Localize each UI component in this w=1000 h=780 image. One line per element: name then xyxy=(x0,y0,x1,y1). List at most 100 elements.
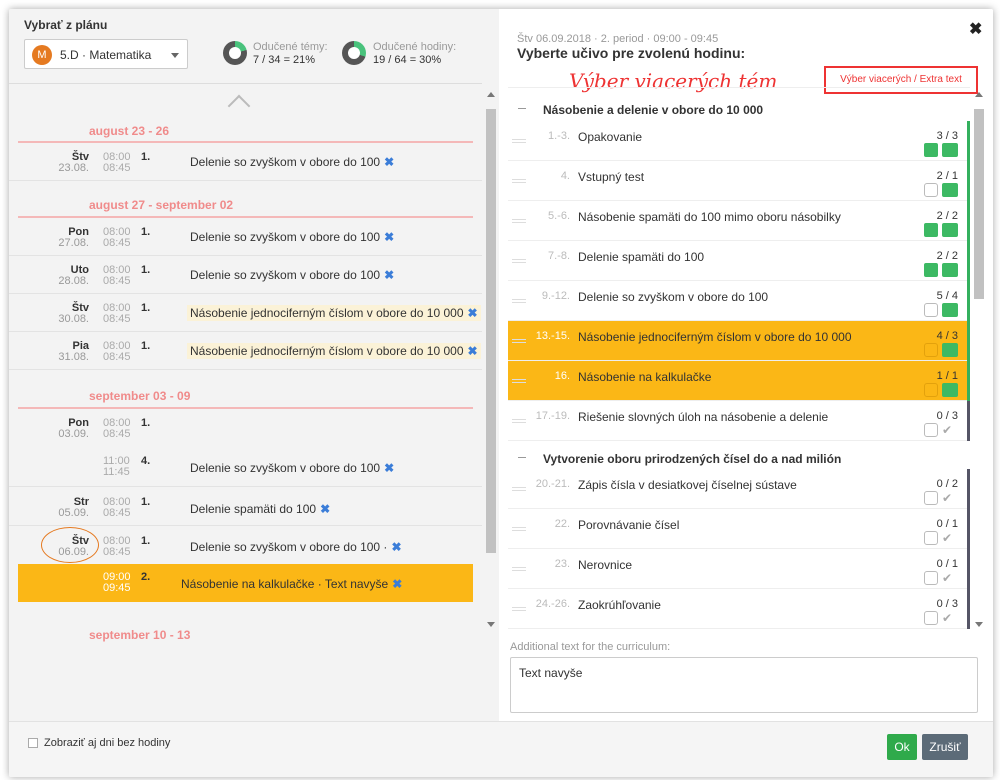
section-title: Násobenie a delenie v obore do 10 000 xyxy=(543,103,764,117)
drag-handle-icon[interactable] xyxy=(512,299,526,300)
lesson-topic-text: Delenie so zvyškom v obore do 100 · xyxy=(190,540,388,554)
status-bar xyxy=(967,469,970,509)
remove-icon[interactable]: ✖ xyxy=(468,306,478,320)
additional-text-field[interactable]: Text navyše xyxy=(510,657,978,713)
lesson-row[interactable]: Pon 03.09. 08:00 08:45 1. xyxy=(9,409,482,447)
topic-count: 5 / 4 xyxy=(936,290,958,302)
drag-handle-icon[interactable] xyxy=(512,487,526,488)
check-icon[interactable] xyxy=(942,263,958,277)
lesson-list: august 23 - 26 Štv 23.08. 08:00 08:45 1.… xyxy=(9,83,482,721)
drag-handle-icon[interactable] xyxy=(512,139,526,140)
remove-icon[interactable]: ✖ xyxy=(320,502,330,516)
topic-row[interactable]: 17.-19. Riešenie slovných úloh na násoben… xyxy=(508,401,970,441)
chevron-up-icon[interactable] xyxy=(227,94,251,118)
right-scrollbar-thumb[interactable] xyxy=(974,109,984,299)
topic-row[interactable]: 20.-21. Zápis čísla v desiatkovej číselne… xyxy=(508,469,970,509)
remove-icon[interactable]: ✖ xyxy=(384,268,394,282)
check-icon[interactable] xyxy=(942,383,958,397)
topic-row[interactable]: 5.-6. Násobenie spamäti do 100 mimo oboru… xyxy=(508,201,970,241)
remove-icon[interactable]: ✖ xyxy=(384,230,394,244)
class-select[interactable]: M 5.D · Matematika xyxy=(24,39,188,69)
lesson-number: 1. xyxy=(141,417,151,429)
check-icon[interactable] xyxy=(942,223,958,237)
lock-icon[interactable] xyxy=(924,611,938,625)
check-icon[interactable]: ✔ xyxy=(942,571,958,585)
drag-handle-icon[interactable] xyxy=(512,379,526,380)
scroll-down-icon[interactable] xyxy=(975,622,983,627)
drag-handle-icon[interactable] xyxy=(512,527,526,528)
lesson-meta: Štv 06.09.2018 · 2. period · 09:00 - 09:… xyxy=(517,33,719,45)
status-bar xyxy=(967,281,970,321)
drag-handle-icon[interactable] xyxy=(512,419,526,420)
scroll-up-icon[interactable] xyxy=(487,92,495,97)
lock-icon[interactable] xyxy=(924,491,938,505)
lock-icon[interactable] xyxy=(924,183,938,197)
remove-icon[interactable]: ✖ xyxy=(391,540,401,554)
lock-icon[interactable] xyxy=(924,571,938,585)
topic-count: 0 / 3 xyxy=(936,598,958,610)
topic-row[interactable]: 7.-8. Delenie spamäti do 100 2 / 2 xyxy=(508,241,970,281)
topic-row[interactable]: 22. Porovnávanie čísel 0 / 1 ✔ xyxy=(508,509,970,549)
lesson-row[interactable]: Uto 28.08. 08:00 08:45 1. Delenie so zvy… xyxy=(9,256,482,294)
topic-row[interactable]: 24.-26. Zaokrúhľovanie 0 / 3 ✔ xyxy=(508,589,970,629)
left-scrollbar-thumb[interactable] xyxy=(486,109,496,553)
topic-row[interactable]: 23. Nerovnice 0 / 1 ✔ xyxy=(508,549,970,589)
lesson-row[interactable]: Pia 31.08. 08:00 08:45 1. Násobenie jedn… xyxy=(9,332,482,370)
lesson-row[interactable]: Štv 23.08. 08:00 08:45 1. Delenie so zvy… xyxy=(9,143,482,181)
lesson-row-selected[interactable]: 09:00 09:45 2. Násobenie na kalkulačke ·… xyxy=(18,564,473,602)
lock-icon[interactable] xyxy=(924,143,938,157)
topic-title: Delenie so zvyškom v obore do 100 xyxy=(578,290,769,304)
topic-row[interactable]: 9.-12. Delenie so zvyškom v obore do 100 5… xyxy=(508,281,970,321)
lesson-row[interactable]: Štv 30.08. 08:00 08:45 1. Násobenie jedn… xyxy=(9,294,482,332)
lock-icon[interactable] xyxy=(924,343,938,357)
drag-handle-icon[interactable] xyxy=(512,259,526,260)
check-icon[interactable]: ✔ xyxy=(942,611,958,625)
lesson-row[interactable]: 11:00 11:45 4. Delenie so zvyškom v obor… xyxy=(9,449,482,487)
check-icon[interactable]: ✔ xyxy=(942,491,958,505)
class-select-value: 5.D · Matematika xyxy=(60,48,152,62)
show-days-label: Zobraziť aj dni bez hodiny xyxy=(44,737,171,749)
lock-icon[interactable] xyxy=(924,423,938,437)
ok-button[interactable]: Ok xyxy=(887,734,917,760)
check-icon[interactable] xyxy=(942,303,958,317)
lock-icon[interactable] xyxy=(924,303,938,317)
topic-row-selected[interactable]: 13.-15. Násobenie jednociferným číslom v … xyxy=(508,321,970,361)
scroll-up-icon[interactable] xyxy=(975,92,983,97)
remove-icon[interactable]: ✖ xyxy=(384,461,394,475)
lock-icon[interactable] xyxy=(924,223,938,237)
check-icon[interactable] xyxy=(942,143,958,157)
cancel-button[interactable]: Zrušiť xyxy=(922,734,968,760)
check-icon[interactable] xyxy=(942,183,958,197)
topic-title: Riešenie slovných úloh na násobenie a de… xyxy=(578,410,829,424)
lesson-number: 1. xyxy=(141,340,151,352)
drag-handle-icon[interactable] xyxy=(512,179,526,180)
show-days-checkbox[interactable] xyxy=(28,738,38,748)
lesson-row[interactable]: Pon 27.08. 08:00 08:45 1. Delenie so zvy… xyxy=(9,218,482,256)
remove-icon[interactable]: ✖ xyxy=(392,577,402,591)
remove-icon[interactable]: ✖ xyxy=(384,155,394,169)
lesson-number: 4. xyxy=(141,455,151,467)
lesson-topic-text: Násobenie jednociferným číslom v obore d… xyxy=(190,306,464,320)
lock-icon[interactable] xyxy=(924,531,938,545)
remove-icon[interactable]: ✖ xyxy=(468,344,478,358)
lock-icon[interactable] xyxy=(924,263,938,277)
topics-stat-value: 7 / 34 = 21% xyxy=(253,54,316,66)
lesson-end: 08:45 xyxy=(103,546,131,558)
scroll-down-icon[interactable] xyxy=(487,622,495,627)
topic-row[interactable]: 4. Vstupný test 2 / 1 xyxy=(508,161,970,201)
topic-row[interactable]: 1.-3. Opakovanie 3 / 3 xyxy=(508,121,970,161)
check-icon[interactable]: ✔ xyxy=(942,531,958,545)
lesson-row[interactable]: Str 05.09. 08:00 08:45 1. Delenie spamät… xyxy=(9,488,482,526)
lock-icon[interactable] xyxy=(924,383,938,397)
status-bar xyxy=(967,549,970,589)
drag-handle-icon[interactable] xyxy=(512,219,526,220)
topic-row-selected[interactable]: 16. Násobenie na kalkulačke 1 / 1 xyxy=(508,361,970,401)
check-icon[interactable]: ✔ xyxy=(942,423,958,437)
check-icon[interactable] xyxy=(942,343,958,357)
status-bar xyxy=(967,509,970,549)
drag-handle-icon[interactable] xyxy=(512,339,526,340)
close-icon[interactable]: ✖ xyxy=(969,19,982,39)
drag-handle-icon[interactable] xyxy=(512,567,526,568)
drag-handle-icon[interactable] xyxy=(512,607,526,608)
lesson-end: 08:45 xyxy=(103,351,131,363)
